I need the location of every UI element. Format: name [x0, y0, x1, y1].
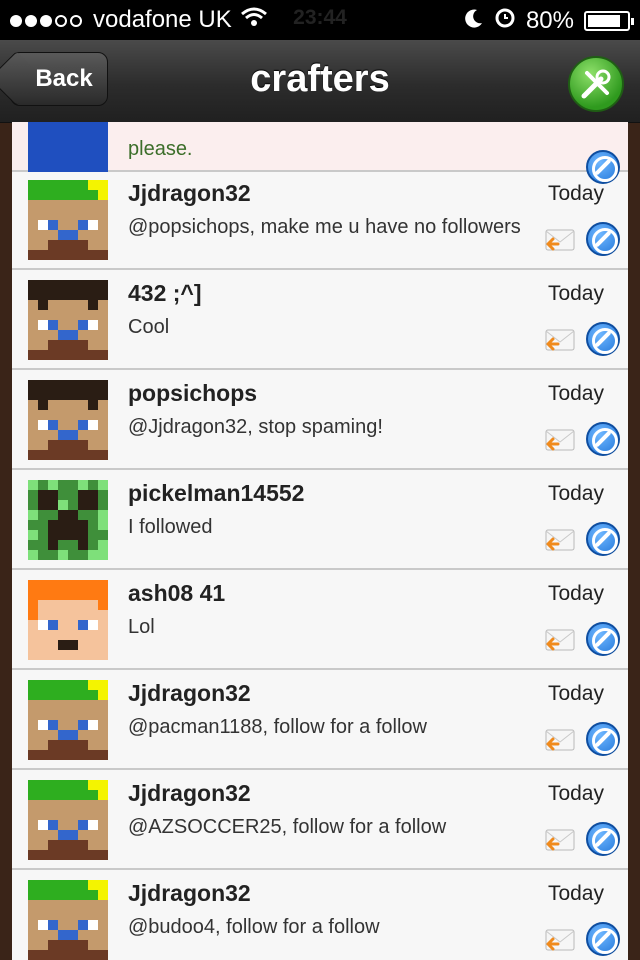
message-text: please.: [128, 138, 193, 160]
navigation-bar: Back crafters: [0, 40, 640, 123]
username[interactable]: Jjdragon32: [128, 680, 251, 707]
reply-mail-icon[interactable]: [544, 828, 576, 854]
message-text: @budoo4, follow for a follow: [128, 916, 380, 938]
moon-icon: [464, 7, 484, 35]
timestamp: Today: [547, 882, 604, 905]
reply-mail-icon[interactable]: [544, 228, 576, 254]
battery-percent: 80%: [525, 6, 574, 34]
reply-mail-icon[interactable]: [544, 628, 576, 654]
avatar: [28, 380, 108, 460]
settings-button[interactable]: [568, 56, 624, 112]
list-item[interactable]: please.: [12, 122, 628, 184]
username[interactable]: 432 ;^]: [128, 280, 202, 307]
list-item[interactable]: Jjdragon32 Today @pacman1188, follow for a…: [12, 668, 628, 770]
message-text: @popsichops, make me u have no followers: [128, 216, 521, 238]
timestamp: Today: [547, 282, 604, 305]
tools-icon: [581, 69, 611, 99]
message-text: Lol: [128, 616, 155, 638]
reply-mail-icon[interactable]: [544, 428, 576, 454]
message-text: @pacman1188, follow for a follow: [128, 716, 427, 738]
timestamp: Today: [547, 482, 604, 505]
block-icon[interactable]: [586, 322, 620, 356]
avatar: [28, 280, 108, 360]
timestamp: Today: [547, 782, 604, 805]
avatar: [28, 780, 108, 860]
timestamp: Today: [547, 182, 604, 205]
timestamp: Today: [547, 382, 604, 405]
status-bar: vodafone UK 23:44 80%: [0, 0, 640, 40]
list-item[interactable]: ash08 41 Today Lol: [12, 568, 628, 670]
list-item[interactable]: Jjdragon32 Today @popsichops, make me u ha…: [12, 168, 628, 270]
avatar: [28, 122, 108, 172]
message-text: I followed: [128, 516, 213, 538]
list-item[interactable]: popsichops Today @Jjdragon32, stop spaming…: [12, 368, 628, 470]
list-item[interactable]: Jjdragon32 Today @AZSOCCER25, follow for a…: [12, 768, 628, 870]
username[interactable]: pickelman14552: [128, 480, 304, 507]
avatar: [28, 680, 108, 760]
timestamp: Today: [547, 682, 604, 705]
username[interactable]: Jjdragon32: [128, 880, 251, 907]
block-icon[interactable]: [586, 922, 620, 956]
list-item[interactable]: 432 ;^] Today Cool: [12, 268, 628, 370]
block-icon[interactable]: [586, 622, 620, 656]
username[interactable]: ash08 41: [128, 580, 225, 607]
list-item[interactable]: Jjdragon32 Today @budoo4, follow for a fol…: [12, 868, 628, 960]
avatar: [28, 580, 108, 660]
avatar: [28, 480, 108, 560]
block-icon[interactable]: [586, 422, 620, 456]
alarm-icon: [494, 6, 516, 35]
message-list[interactable]: please. Jjdragon32 Today @popsichops, make…: [12, 122, 628, 960]
block-icon[interactable]: [586, 522, 620, 556]
avatar: [28, 180, 108, 260]
reply-mail-icon[interactable]: [544, 928, 576, 954]
avatar: [28, 880, 108, 960]
message-text: Cool: [128, 316, 170, 338]
battery-icon: [584, 10, 634, 31]
message-text: @AZSOCCER25, follow for a follow: [128, 816, 447, 838]
username[interactable]: Jjdragon32: [128, 780, 251, 807]
block-icon[interactable]: [586, 722, 620, 756]
timestamp: Today: [547, 582, 604, 605]
username[interactable]: Jjdragon32: [128, 180, 251, 207]
reply-mail-icon[interactable]: [544, 528, 576, 554]
block-icon[interactable]: [586, 222, 620, 256]
list-item[interactable]: pickelman14552 Today I followed: [12, 468, 628, 570]
username[interactable]: popsichops: [128, 380, 257, 407]
reply-mail-icon[interactable]: [544, 728, 576, 754]
page-title: crafters: [250, 58, 390, 100]
reply-mail-icon[interactable]: [544, 328, 576, 354]
message-text: @Jjdragon32, stop spaming!: [128, 416, 383, 438]
block-icon[interactable]: [586, 822, 620, 856]
